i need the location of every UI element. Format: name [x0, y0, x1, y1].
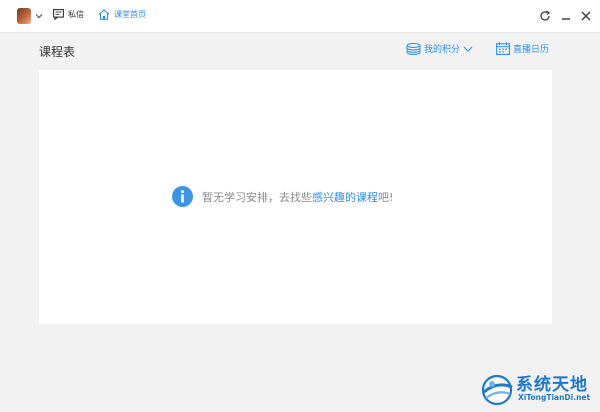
watermark-title: 系统天地: [516, 375, 588, 395]
watermark: 系统天地 XiTongTianDi.net: [478, 368, 598, 410]
live-calendar-label: 直播日历: [513, 45, 550, 55]
globe-logo-icon: [481, 374, 513, 406]
title-bar: 私信 课堂首页: [0, 0, 600, 33]
minimize-button[interactable]: [559, 9, 573, 23]
watermark-url: XiTongTianDi.net: [518, 393, 591, 402]
home-icon: [98, 9, 110, 20]
interesting-courses-link[interactable]: 感兴趣的课程: [312, 189, 378, 205]
coins-icon: [406, 42, 421, 55]
page-title: 课程表: [39, 45, 76, 59]
chevron-down-icon: [463, 46, 473, 52]
empty-state-message: 暂无学习安排，去找些 感兴趣的课程 吧!: [172, 186, 393, 207]
messages-label: 私信: [68, 10, 84, 19]
my-points-button[interactable]: 我的积分: [406, 42, 476, 55]
live-calendar-button[interactable]: 直播日历: [496, 42, 549, 55]
home-tab[interactable]: 课堂首页: [98, 9, 146, 20]
message-icon: [53, 9, 64, 20]
avatar[interactable]: [17, 8, 31, 24]
my-points-label: 我的积分: [424, 45, 461, 55]
empty-state-prefix: 暂无学习安排，去找些: [202, 190, 312, 204]
chevron-down-icon[interactable]: [35, 12, 43, 20]
messages-button[interactable]: 私信: [53, 9, 84, 20]
calendar-icon: [496, 42, 510, 55]
refresh-icon: [540, 10, 550, 21]
minimize-icon: [562, 18, 570, 20]
close-button[interactable]: [579, 9, 593, 23]
avatar-menu[interactable]: [17, 8, 43, 24]
home-label: 课堂首页: [114, 10, 146, 19]
info-icon: [172, 186, 193, 207]
empty-state-suffix: 吧!: [378, 190, 394, 204]
close-icon: [581, 11, 591, 21]
refresh-button[interactable]: [538, 9, 552, 23]
